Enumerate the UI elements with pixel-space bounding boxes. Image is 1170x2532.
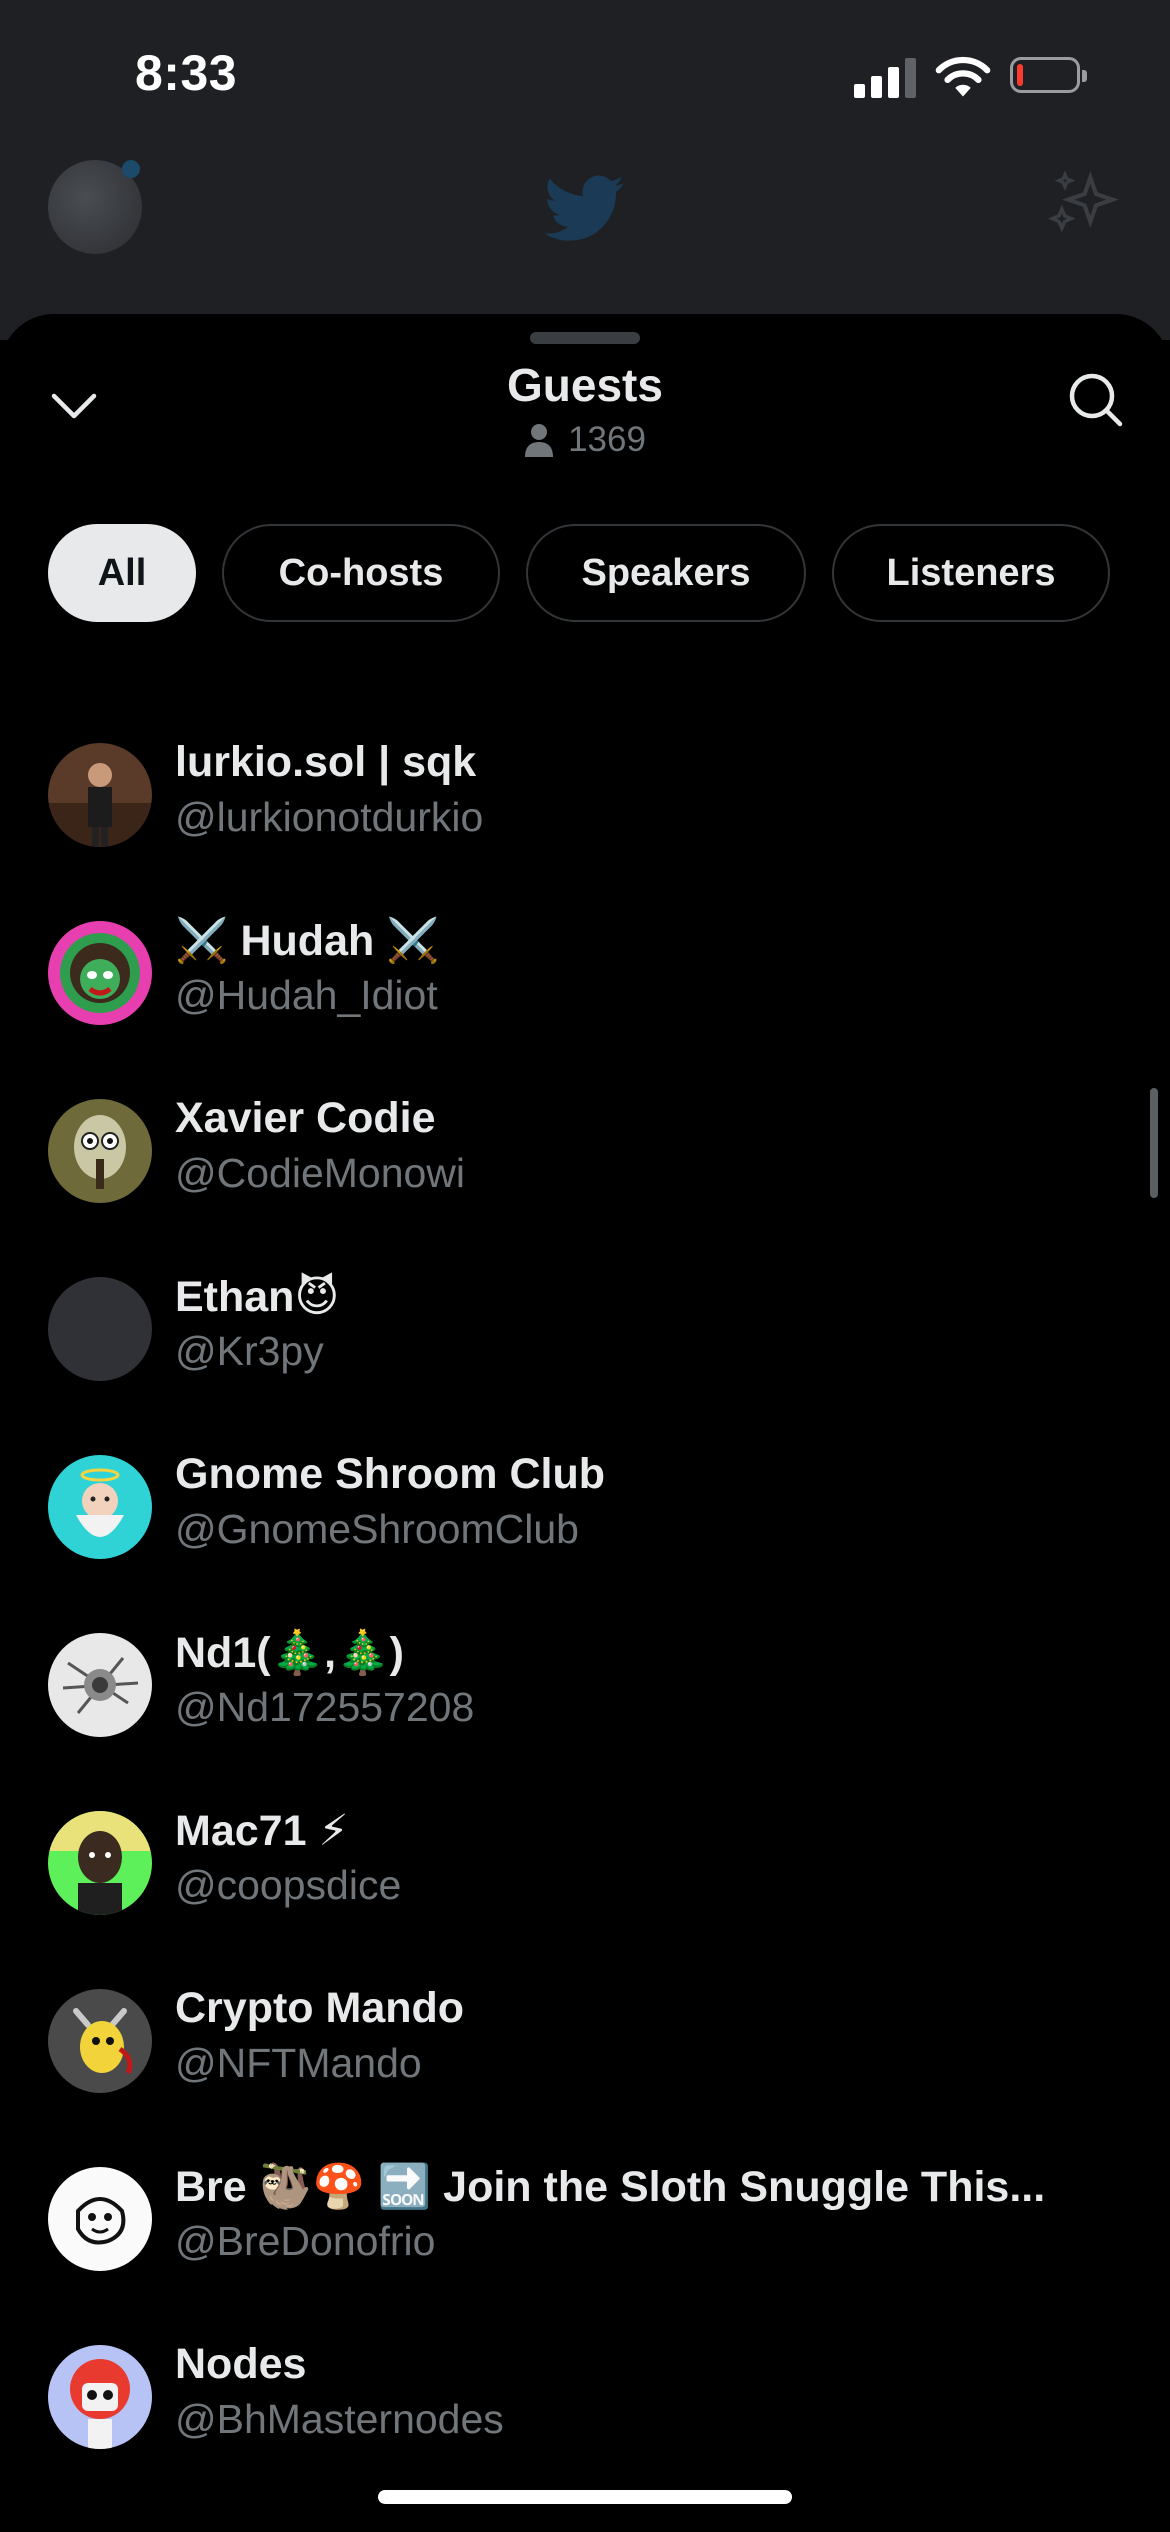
filter-tab-co-hosts[interactable]: Co-hosts: [222, 524, 500, 622]
guest-count-value: 1369: [568, 420, 646, 459]
guest-row[interactable]: lurkio.sol | sqk @lurkionotdurkio: [0, 706, 1170, 884]
status-time: 8:33: [135, 45, 238, 101]
guest-handle: @NFTMando: [175, 2040, 422, 2086]
status-bar: 8:33: [0, 0, 1170, 150]
guest-handle: @Hudah_Idiot: [175, 972, 438, 1018]
guest-row[interactable]: Nd1(🎄,🎄) @Nd172557208: [0, 1596, 1170, 1774]
filter-tabs: All Co-hosts Speakers Listeners: [48, 524, 1110, 622]
guests-sheet: Guests 1369 All Co-hosts Speakers Listen…: [0, 314, 1170, 2532]
guest-name: Crypto Mando: [175, 1984, 465, 2032]
guest-row[interactable]: Crypto Mando @NFTMando: [0, 1952, 1170, 2130]
avatar[interactable]: [48, 743, 152, 847]
avatar[interactable]: [48, 1455, 152, 1559]
avatar[interactable]: [48, 921, 152, 1025]
guest-row[interactable]: Nodes @BhMasternodes: [0, 2308, 1170, 2486]
wifi-icon: [935, 56, 991, 97]
guest-handle: @coopsdice: [175, 1862, 402, 1908]
guest-name: Nd1(🎄,🎄): [175, 1629, 404, 1677]
avatar[interactable]: [48, 2345, 152, 2449]
search-button[interactable]: [1064, 368, 1126, 430]
sheet-title: Guests: [507, 359, 663, 411]
guest-row[interactable]: Bre 🦥🍄 🔜 Join the Sloth Snuggle This... …: [0, 2130, 1170, 2308]
filter-tab-listeners[interactable]: Listeners: [832, 524, 1110, 622]
guest-name: Ethan😈: [175, 1273, 340, 1321]
guest-handle: @GnomeShroomClub: [175, 1506, 579, 1552]
guest-row[interactable]: Gnome Shroom Club @GnomeShroomClub: [0, 1418, 1170, 1596]
guest-handle: @CodieMonowi: [175, 1150, 466, 1196]
filter-tab-speakers[interactable]: Speakers: [526, 524, 806, 622]
battery-level: [1017, 64, 1023, 86]
guest-row[interactable]: Xavier Codie @CodieMonowi: [0, 1062, 1170, 1240]
guest-handle: @Kr3py: [175, 1328, 324, 1374]
scrollbar[interactable]: [1150, 1088, 1158, 1198]
guest-list: lurkio.sol | sqk @lurkionotdurkio ⚔️ Hud…: [0, 706, 1170, 2486]
guest-name: Bre 🦥🍄 🔜 Join the Sloth Snuggle This...: [175, 2163, 1046, 2211]
search-icon: [1069, 373, 1123, 427]
guest-row[interactable]: ⚔️ Hudah ⚔️ @Hudah_Idiot: [0, 884, 1170, 1062]
guest-handle: @BreDonofrio: [175, 2218, 436, 2264]
guest-row[interactable]: Ethan😈 @Kr3py: [0, 1240, 1170, 1418]
cellular-signal-icon: [854, 58, 916, 98]
avatar[interactable]: [48, 2167, 152, 2271]
avatar[interactable]: [48, 1099, 152, 1203]
guest-count: 1369: [0, 420, 1170, 460]
guest-name: Xavier Codie: [175, 1094, 436, 1142]
battery-icon: [1010, 57, 1087, 93]
guest-name: lurkio.sol | sqk: [175, 738, 477, 786]
avatar[interactable]: [48, 1989, 152, 2093]
guest-name: Nodes: [175, 2340, 307, 2388]
guest-handle: @lurkionotdurkio: [175, 794, 484, 840]
guest-row[interactable]: Mac71 ⚡ @coopsdice: [0, 1774, 1170, 1952]
app-screen: 8:33 Guests 1369 All Co-hosts Speakers L…: [0, 0, 1170, 2532]
person-icon: [525, 424, 554, 457]
filter-tab-all[interactable]: All: [48, 524, 196, 622]
sheet-grabber[interactable]: [530, 332, 640, 344]
sparkle-icon: [1047, 170, 1119, 233]
guest-name: Mac71 ⚡: [175, 1807, 349, 1855]
guest-name: ⚔️ Hudah ⚔️: [175, 917, 440, 965]
guest-handle: @Nd172557208: [175, 1684, 475, 1730]
avatar[interactable]: [48, 1277, 152, 1381]
avatar[interactable]: [48, 1633, 152, 1737]
guest-name: Gnome Shroom Club: [175, 1450, 605, 1498]
avatar[interactable]: [48, 1811, 152, 1915]
home-indicator[interactable]: [378, 2490, 792, 2504]
guest-handle: @BhMasternodes: [175, 2396, 504, 2442]
background-notification-dot: [122, 160, 140, 178]
twitter-bird-icon: [544, 175, 624, 241]
